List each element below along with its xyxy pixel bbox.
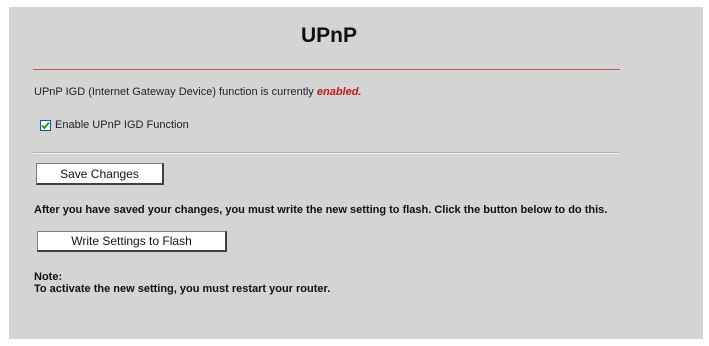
page-title: UPnP bbox=[300, 24, 357, 47]
note-text: To activate the new setting, you must re… bbox=[34, 283, 331, 295]
status-value: enabled. bbox=[316, 86, 362, 98]
save-changes-button[interactable]: Save Changes bbox=[36, 163, 164, 185]
section-divider bbox=[33, 153, 620, 154]
title-divider bbox=[33, 69, 620, 70]
upnp-settings-panel: UPnP UPnP IGD (Internet Gateway Device) … bbox=[9, 7, 703, 339]
flash-instruction-text: After you have saved your changes, you m… bbox=[34, 204, 608, 216]
upnp-status-text: UPnP IGD (Internet Gateway Device) funct… bbox=[34, 86, 361, 98]
checkmark-icon bbox=[41, 121, 50, 129]
enable-upnp-checkbox[interactable] bbox=[40, 119, 51, 131]
enable-upnp-checkbox-row[interactable]: Enable UPnP IGD Function bbox=[40, 119, 189, 131]
status-prefix: UPnP IGD (Internet Gateway Device) funct… bbox=[34, 86, 317, 98]
write-settings-to-flash-button[interactable]: Write Settings to Flash bbox=[37, 231, 227, 252]
note-label: Note: bbox=[34, 271, 63, 283]
enable-upnp-label: Enable UPnP IGD Function bbox=[55, 119, 189, 131]
